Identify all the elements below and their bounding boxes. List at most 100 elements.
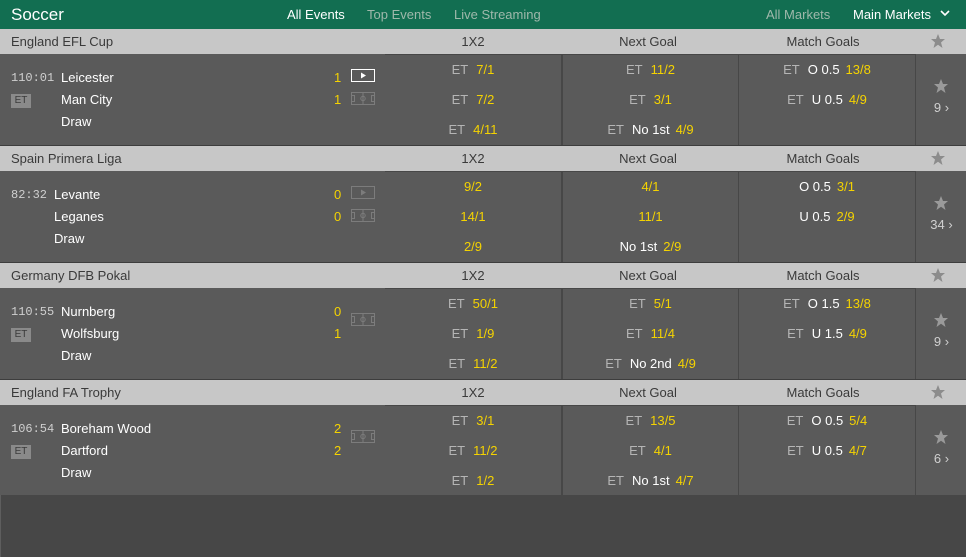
more-markets[interactable]: 9 ›	[915, 54, 966, 145]
match-info[interactable]: 110:55 ET Nurnberg Wolfsburg Draw 0 1	[0, 288, 385, 379]
odds-cell-next-goal[interactable]: ET 5/1	[563, 289, 738, 319]
odds-cell-next-goal[interactable]: No 1st 2/9	[563, 232, 738, 262]
extra-time-label: ET	[451, 62, 469, 77]
odds-cell-1x2[interactable]: ET 11/2	[385, 349, 561, 379]
video-icon[interactable]	[351, 186, 375, 199]
favourite-star-icon[interactable]	[930, 33, 946, 49]
extra-time-label: ET	[607, 122, 624, 137]
top-bar: Soccer All Events Top Events Live Stream…	[0, 0, 966, 29]
event-block: Spain Primera Liga 1X2 Next Goal Match Goa…	[0, 146, 966, 263]
odds-cell-1x2[interactable]: ET 1/2	[385, 466, 561, 496]
odds-cell-match-goals[interactable]: U 0.5 2/9	[739, 202, 915, 232]
nav-live-streaming[interactable]: Live Streaming	[454, 7, 541, 22]
nav-all-events[interactable]: All Events	[287, 7, 345, 22]
pitch-icon[interactable]	[351, 92, 375, 105]
odds-grid: ET 3/1 ET 11/2 ET 1/2 ET 13/5 ET 4/1 ET No 1st 4/7 ET…	[385, 405, 915, 496]
all-markets-link[interactable]: All Markets	[766, 7, 830, 22]
odds-cell-1x2[interactable]: 2/9	[385, 232, 561, 262]
odds-cell-match-goals[interactable]: ET U 0.5 4/7	[739, 436, 915, 466]
extra-time-label: ET	[783, 296, 800, 311]
selection-label: O 0.5	[811, 413, 844, 428]
odds-value: 13/5	[650, 413, 676, 428]
odds-cell-1x2[interactable]: ET 7/1	[385, 55, 561, 85]
more-markets[interactable]: 34 ›	[915, 171, 966, 262]
favourite-star-icon[interactable]	[933, 312, 949, 328]
pitch-icon[interactable]	[351, 313, 375, 326]
odds-value: 4/9	[675, 122, 694, 137]
odds-value: 4/1	[653, 443, 672, 458]
odds-cell-next-goal[interactable]: ET 11/4	[563, 319, 738, 349]
column-header: Next Goal	[619, 151, 677, 166]
odds-grid: 9/2 14/1 2/9 4/1 11/1 No 1st 2/9 O 0.5 3/1 U 0.5 2…	[385, 171, 915, 262]
empty-cell	[739, 232, 915, 262]
favourite-star-icon[interactable]	[933, 429, 949, 445]
event-row[interactable]: 106:54 ET Boreham Wood Dartford Draw 2 2…	[0, 405, 966, 497]
odds-cell-match-goals[interactable]: ET O 1.5 13/8	[739, 289, 915, 319]
match-info[interactable]: 110:01 ET Leicester Man City Draw 1 1	[0, 54, 385, 145]
empty-area	[0, 495, 966, 557]
more-markets[interactable]: 9 ›	[915, 288, 966, 379]
match-clock: 110:01	[11, 71, 55, 85]
odds-cell-match-goals[interactable]: ET U 0.5 4/9	[739, 85, 915, 115]
odds-value: 4/9	[848, 326, 867, 341]
home-score: 1	[334, 70, 342, 85]
nav-top-events[interactable]: Top Events	[367, 7, 431, 22]
odds-cell-1x2[interactable]: 9/2	[385, 172, 561, 202]
odds-cell-1x2[interactable]: ET 50/1	[385, 289, 561, 319]
favourite-star-icon[interactable]	[930, 267, 946, 283]
odds-cell-next-goal[interactable]: ET No 1st 4/7	[563, 466, 738, 496]
event-row[interactable]: 110:01 ET Leicester Man City Draw 1 1 ET…	[0, 54, 966, 146]
odds-cell-next-goal[interactable]: 11/1	[563, 202, 738, 232]
favourite-star-icon[interactable]	[933, 78, 949, 94]
odds-cell-next-goal[interactable]: ET 13/5	[563, 406, 738, 436]
odds-value: 11/2	[650, 62, 675, 77]
odds-cell-next-goal[interactable]: ET 11/2	[563, 55, 738, 85]
odds-cell-1x2[interactable]: ET 7/2	[385, 85, 561, 115]
extra-time-label: ET	[629, 443, 646, 458]
favourite-star-icon[interactable]	[930, 150, 946, 166]
odds-cell-next-goal[interactable]: 4/1	[563, 172, 738, 202]
odds-value: 2/9	[463, 239, 483, 254]
extra-time-label: ET	[448, 356, 466, 371]
odds-cell-1x2[interactable]: 14/1	[385, 202, 561, 232]
live-stream-icon[interactable]	[351, 69, 375, 82]
pitch-icon[interactable]	[351, 430, 375, 443]
odds-cell-next-goal[interactable]: ET No 2nd 4/9	[563, 349, 738, 379]
odds-cell-1x2[interactable]: ET 4/11	[385, 115, 561, 145]
main-markets-dropdown[interactable]: Main Markets	[853, 7, 950, 22]
match-info[interactable]: 106:54 ET Boreham Wood Dartford Draw 2 2	[0, 405, 385, 496]
pitch-icon[interactable]	[351, 209, 375, 222]
odds-cell-next-goal[interactable]: ET 4/1	[563, 436, 738, 466]
more-markets-count: 9 ›	[933, 100, 950, 115]
draw-label: Draw	[61, 114, 92, 129]
odds-cell-match-goals[interactable]: ET O 0.5 13/8	[739, 55, 915, 85]
odds-value: 5/1	[653, 296, 672, 311]
match-info[interactable]: 82:32 Levante Leganes Draw 0 0	[0, 171, 385, 262]
odds-cell-next-goal[interactable]: ET No 1st 4/9	[563, 115, 738, 145]
odds-grid: ET 7/1 ET 7/2 ET 4/11 ET 11/2 ET 3/1 ET No 1st 4/9 ET…	[385, 54, 915, 145]
selection-label: U 1.5	[811, 326, 843, 341]
more-markets[interactable]: 6 ›	[915, 405, 966, 496]
match-clock: 82:32	[11, 188, 48, 202]
column-header: 1X2	[461, 385, 485, 400]
odds-cell-1x2[interactable]: ET 11/2	[385, 436, 561, 466]
odds-cell-1x2[interactable]: ET 3/1	[385, 406, 561, 436]
more-markets-count: 6 ›	[933, 451, 950, 466]
column-header: Match Goals	[786, 268, 860, 283]
odds-cell-match-goals[interactable]: O 0.5 3/1	[739, 172, 915, 202]
odds-cell-next-goal[interactable]: ET 3/1	[563, 85, 738, 115]
column-header: 1X2	[461, 34, 485, 49]
favourite-star-icon[interactable]	[933, 195, 949, 211]
event-row[interactable]: 110:55 ET Nurnberg Wolfsburg Draw 0 1 ET…	[0, 288, 966, 380]
empty-cell	[739, 466, 915, 496]
event-row[interactable]: 82:32 Levante Leganes Draw 0 0 9/2 14/1 2/…	[0, 171, 966, 263]
odds-cell-1x2[interactable]: ET 1/9	[385, 319, 561, 349]
odds-value: 11/2	[473, 443, 498, 458]
selection-label: No 1st	[631, 122, 670, 137]
away-score: 1	[334, 92, 342, 107]
home-team: Boreham Wood	[61, 421, 152, 436]
event-block: England EFL Cup 1X2 Next Goal Match Goals …	[0, 29, 966, 146]
odds-cell-match-goals[interactable]: ET U 1.5 4/9	[739, 319, 915, 349]
odds-cell-match-goals[interactable]: ET O 0.5 5/4	[739, 406, 915, 436]
favourite-star-icon[interactable]	[930, 384, 946, 400]
